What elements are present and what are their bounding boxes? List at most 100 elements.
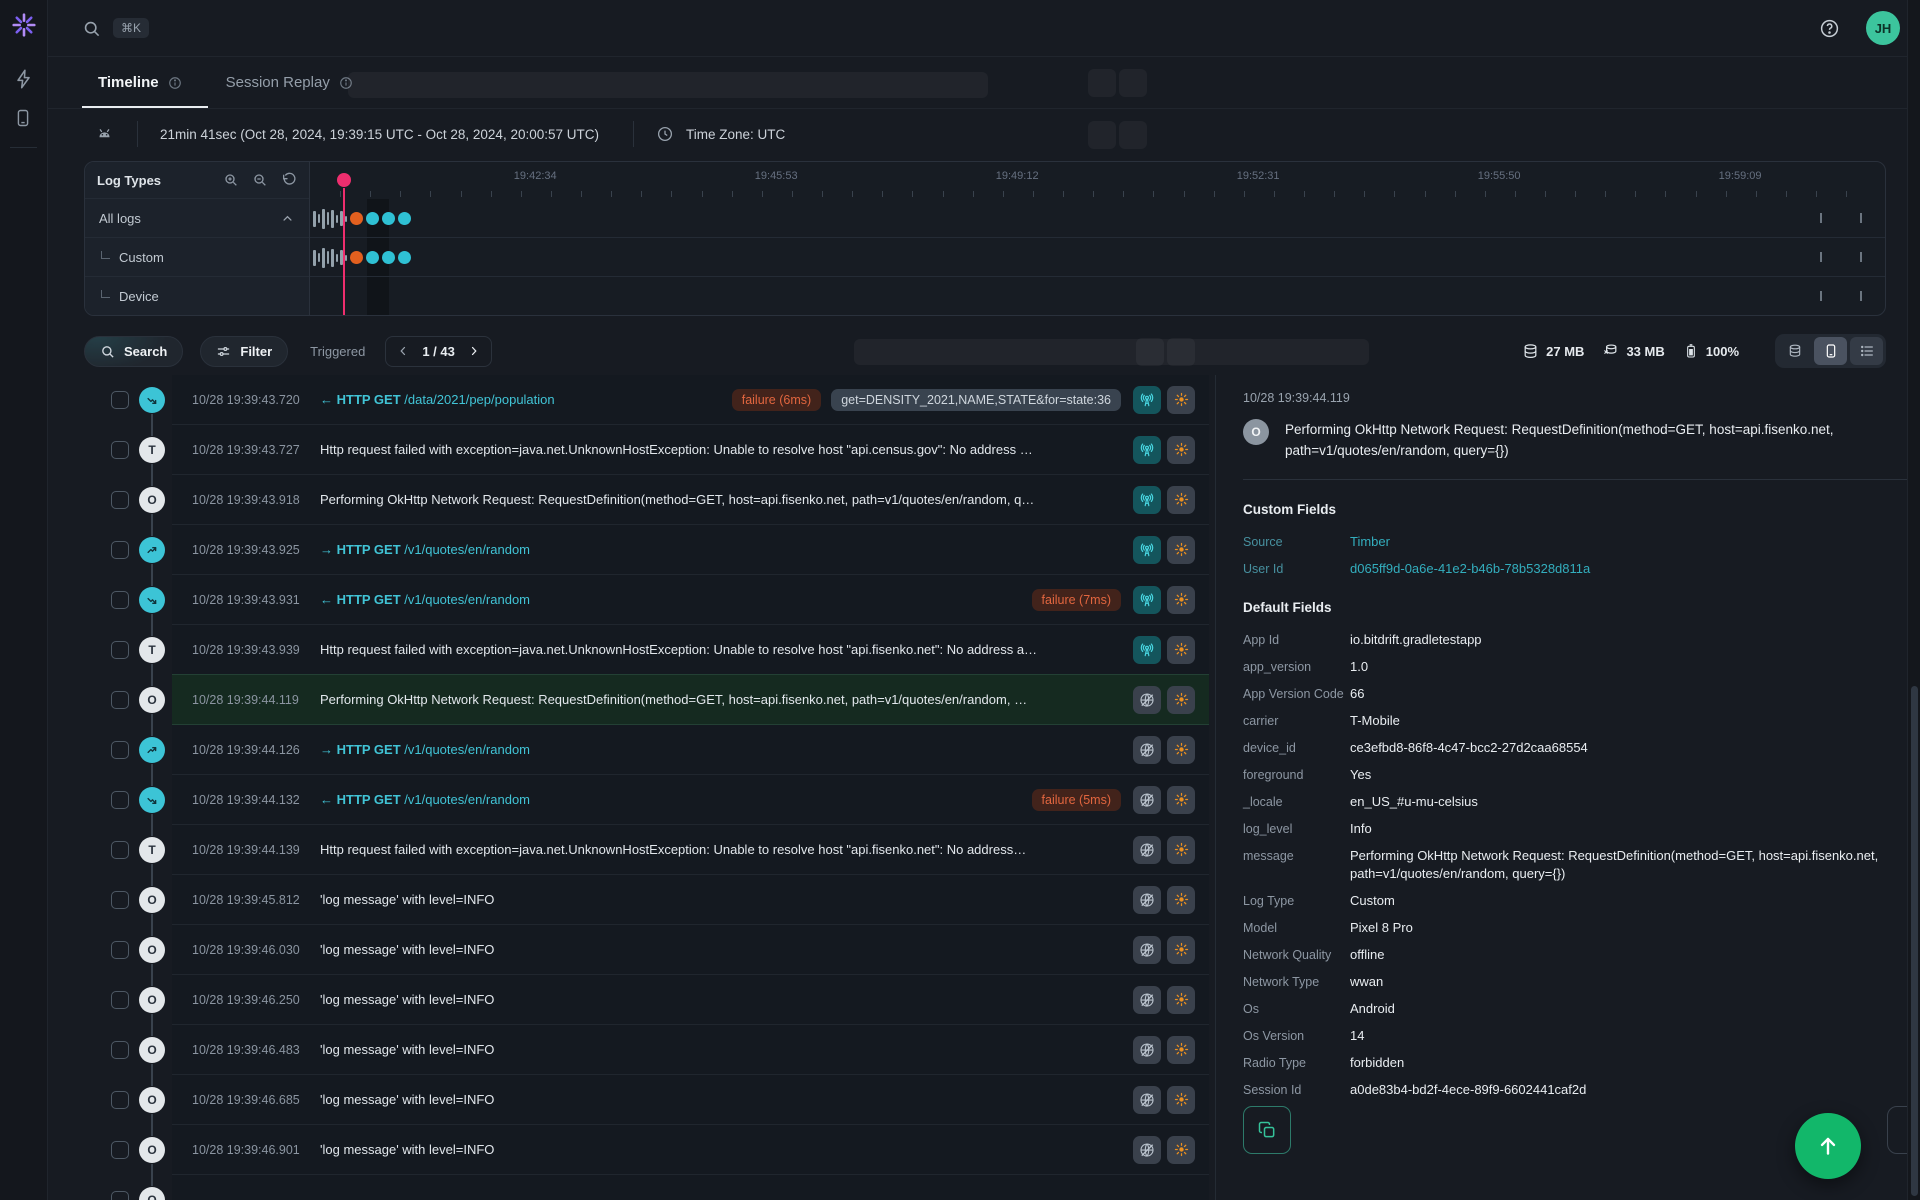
network-tower-button[interactable]	[1133, 635, 1161, 664]
network-offline-button[interactable]	[1133, 1135, 1161, 1164]
user-avatar[interactable]: JH	[1866, 11, 1900, 45]
chevron-up-icon[interactable]	[280, 211, 295, 226]
bitdrift-logo-icon[interactable]	[11, 12, 37, 38]
events-bolt-icon[interactable]	[13, 68, 35, 90]
view-toggle-device-icon[interactable]	[1814, 337, 1847, 365]
network-offline-button[interactable]	[1133, 735, 1161, 764]
network-tower-button[interactable]	[1133, 485, 1161, 514]
foreground-sun-button[interactable]	[1167, 585, 1195, 614]
row-checkbox[interactable]	[111, 1041, 129, 1059]
timeline-lane[interactable]	[310, 277, 1885, 315]
info-icon[interactable]	[168, 76, 182, 90]
reset-zoom-icon[interactable]	[281, 172, 297, 188]
log-row[interactable]: 10/28 19:39:43.931 ← HTTP GET /v1/quotes…	[84, 575, 1209, 636]
help-icon[interactable]	[1819, 18, 1840, 39]
network-tower-button[interactable]	[1133, 585, 1161, 614]
field-value[interactable]: Timber	[1350, 533, 1390, 551]
network-offline-button[interactable]	[1133, 1035, 1161, 1064]
foreground-sun-button[interactable]	[1167, 785, 1195, 814]
device-phone-icon[interactable]	[13, 108, 33, 128]
row-checkbox[interactable]	[111, 1091, 129, 1109]
row-checkbox[interactable]	[111, 791, 129, 809]
copy-fields-button[interactable]	[1243, 1106, 1291, 1154]
foreground-sun-button[interactable]	[1167, 1035, 1195, 1064]
row-checkbox[interactable]	[111, 641, 129, 659]
network-offline-button[interactable]	[1133, 835, 1161, 864]
search-logs-button[interactable]: Search	[84, 335, 184, 367]
network-offline-button[interactable]	[1133, 885, 1161, 914]
timeline-lane[interactable]	[310, 199, 1885, 238]
timeline-canvas[interactable]: 19:42:34 19:45:53 19:49:12 19:52:31 19:55:50…	[310, 162, 1885, 315]
network-offline-button[interactable]	[1133, 935, 1161, 964]
row-checkbox[interactable]	[111, 491, 129, 509]
log-row[interactable]: 10/28 19:39:43.925 → HTTP GET /v1/quotes…	[84, 525, 1209, 586]
tab-session-replay[interactable]: Session Replay	[226, 57, 353, 108]
zoom-out-icon[interactable]	[252, 172, 268, 188]
network-offline-button[interactable]	[1133, 785, 1161, 814]
network-offline-button[interactable]	[1133, 685, 1161, 714]
foreground-sun-button[interactable]	[1167, 535, 1195, 564]
search-shortcut-kbd[interactable]: ⌘K	[113, 18, 150, 38]
foreground-sun-button[interactable]	[1167, 735, 1195, 764]
log-type-row-all-logs[interactable]: All logs	[85, 199, 309, 238]
log-row[interactable]: O 10/28 19:39:43.918 Performing OkHttp N…	[84, 475, 1209, 536]
log-row[interactable]: 10/28 19:39:43.720 ← HTTP GET /data/2021…	[84, 375, 1209, 436]
tab-timeline[interactable]: Timeline	[82, 57, 208, 108]
row-checkbox[interactable]	[111, 541, 129, 559]
page-prev-icon[interactable]	[396, 344, 410, 358]
filter-button[interactable]: Filter	[200, 335, 289, 367]
network-offline-button[interactable]	[1133, 985, 1161, 1014]
playhead-dot[interactable]	[337, 173, 352, 187]
row-checkbox[interactable]	[111, 841, 129, 859]
log-row[interactable]: T 10/28 19:39:44.139 Http request failed…	[84, 825, 1209, 886]
foreground-sun-button[interactable]	[1167, 1085, 1195, 1114]
search-icon[interactable]	[82, 19, 101, 38]
log-row[interactable]: 10/28 19:39:44.132 ← HTTP GET /v1/quotes…	[84, 775, 1209, 836]
log-type-row-device[interactable]: Device	[85, 277, 309, 315]
log-row[interactable]: T 10/28 19:39:43.939 Http request failed…	[84, 625, 1209, 686]
log-row[interactable]: O 10/28 19:39:46.483 'log message' with …	[84, 1025, 1209, 1086]
view-toggle-data-icon[interactable]	[1778, 337, 1811, 365]
row-checkbox[interactable]	[111, 991, 129, 1009]
list-scroll-track[interactable]	[1215, 375, 1216, 1200]
row-checkbox[interactable]	[111, 1141, 129, 1159]
log-row[interactable]: O 10/28 19:39:46.685 'log message' with …	[84, 1075, 1209, 1136]
foreground-sun-button[interactable]	[1167, 885, 1195, 914]
row-checkbox[interactable]	[111, 441, 129, 459]
foreground-sun-button[interactable]	[1167, 635, 1195, 664]
foreground-sun-button[interactable]	[1167, 385, 1195, 414]
row-checkbox[interactable]	[111, 1191, 129, 1200]
row-checkbox[interactable]	[111, 741, 129, 759]
foreground-sun-button[interactable]	[1167, 1135, 1195, 1164]
playhead-line[interactable]	[343, 188, 346, 315]
row-checkbox[interactable]	[111, 941, 129, 959]
log-row[interactable]: O 10/28 19:39:44.119 Performing OkHttp N…	[84, 675, 1209, 736]
log-row[interactable]: 10/28 19:39:44.126 → HTTP GET /v1/quotes…	[84, 725, 1209, 786]
foreground-sun-button[interactable]	[1167, 835, 1195, 864]
log-row[interactable]: O 10/28 19:39:46.250 'log message' with …	[84, 975, 1209, 1036]
network-tower-button[interactable]	[1133, 435, 1161, 464]
page-next-icon[interactable]	[467, 344, 481, 358]
log-row[interactable]: O 10/28 19:39:46.030 'log message' with …	[84, 925, 1209, 986]
window-scrollbar-thumb[interactable]	[1911, 686, 1918, 1196]
log-row[interactable]: O 10/28 19:39:46.901 'log message' with …	[84, 1125, 1209, 1186]
log-row[interactable]: O	[84, 1175, 1209, 1200]
row-checkbox[interactable]	[111, 891, 129, 909]
foreground-sun-button[interactable]	[1167, 935, 1195, 964]
log-row[interactable]: T 10/28 19:39:43.727 Http request failed…	[84, 425, 1209, 486]
network-offline-button[interactable]	[1133, 1085, 1161, 1114]
window-scrollbar[interactable]	[1907, 0, 1920, 1200]
network-tower-button[interactable]	[1133, 535, 1161, 564]
foreground-sun-button[interactable]	[1167, 485, 1195, 514]
foreground-sun-button[interactable]	[1167, 685, 1195, 714]
view-toggle-list-icon[interactable]	[1850, 337, 1883, 365]
scroll-to-top-fab[interactable]	[1795, 1113, 1861, 1179]
row-checkbox[interactable]	[111, 691, 129, 709]
field-value[interactable]: d065ff9d-0a6e-41e2-b46b-78b5328d811a	[1350, 560, 1590, 578]
row-checkbox[interactable]	[111, 591, 129, 609]
timeline-lane[interactable]	[310, 238, 1885, 277]
zoom-in-icon[interactable]	[223, 172, 239, 188]
log-type-row-custom[interactable]: Custom	[85, 238, 309, 277]
log-row[interactable]: O 10/28 19:39:45.812 'log message' with …	[84, 875, 1209, 936]
foreground-sun-button[interactable]	[1167, 985, 1195, 1014]
